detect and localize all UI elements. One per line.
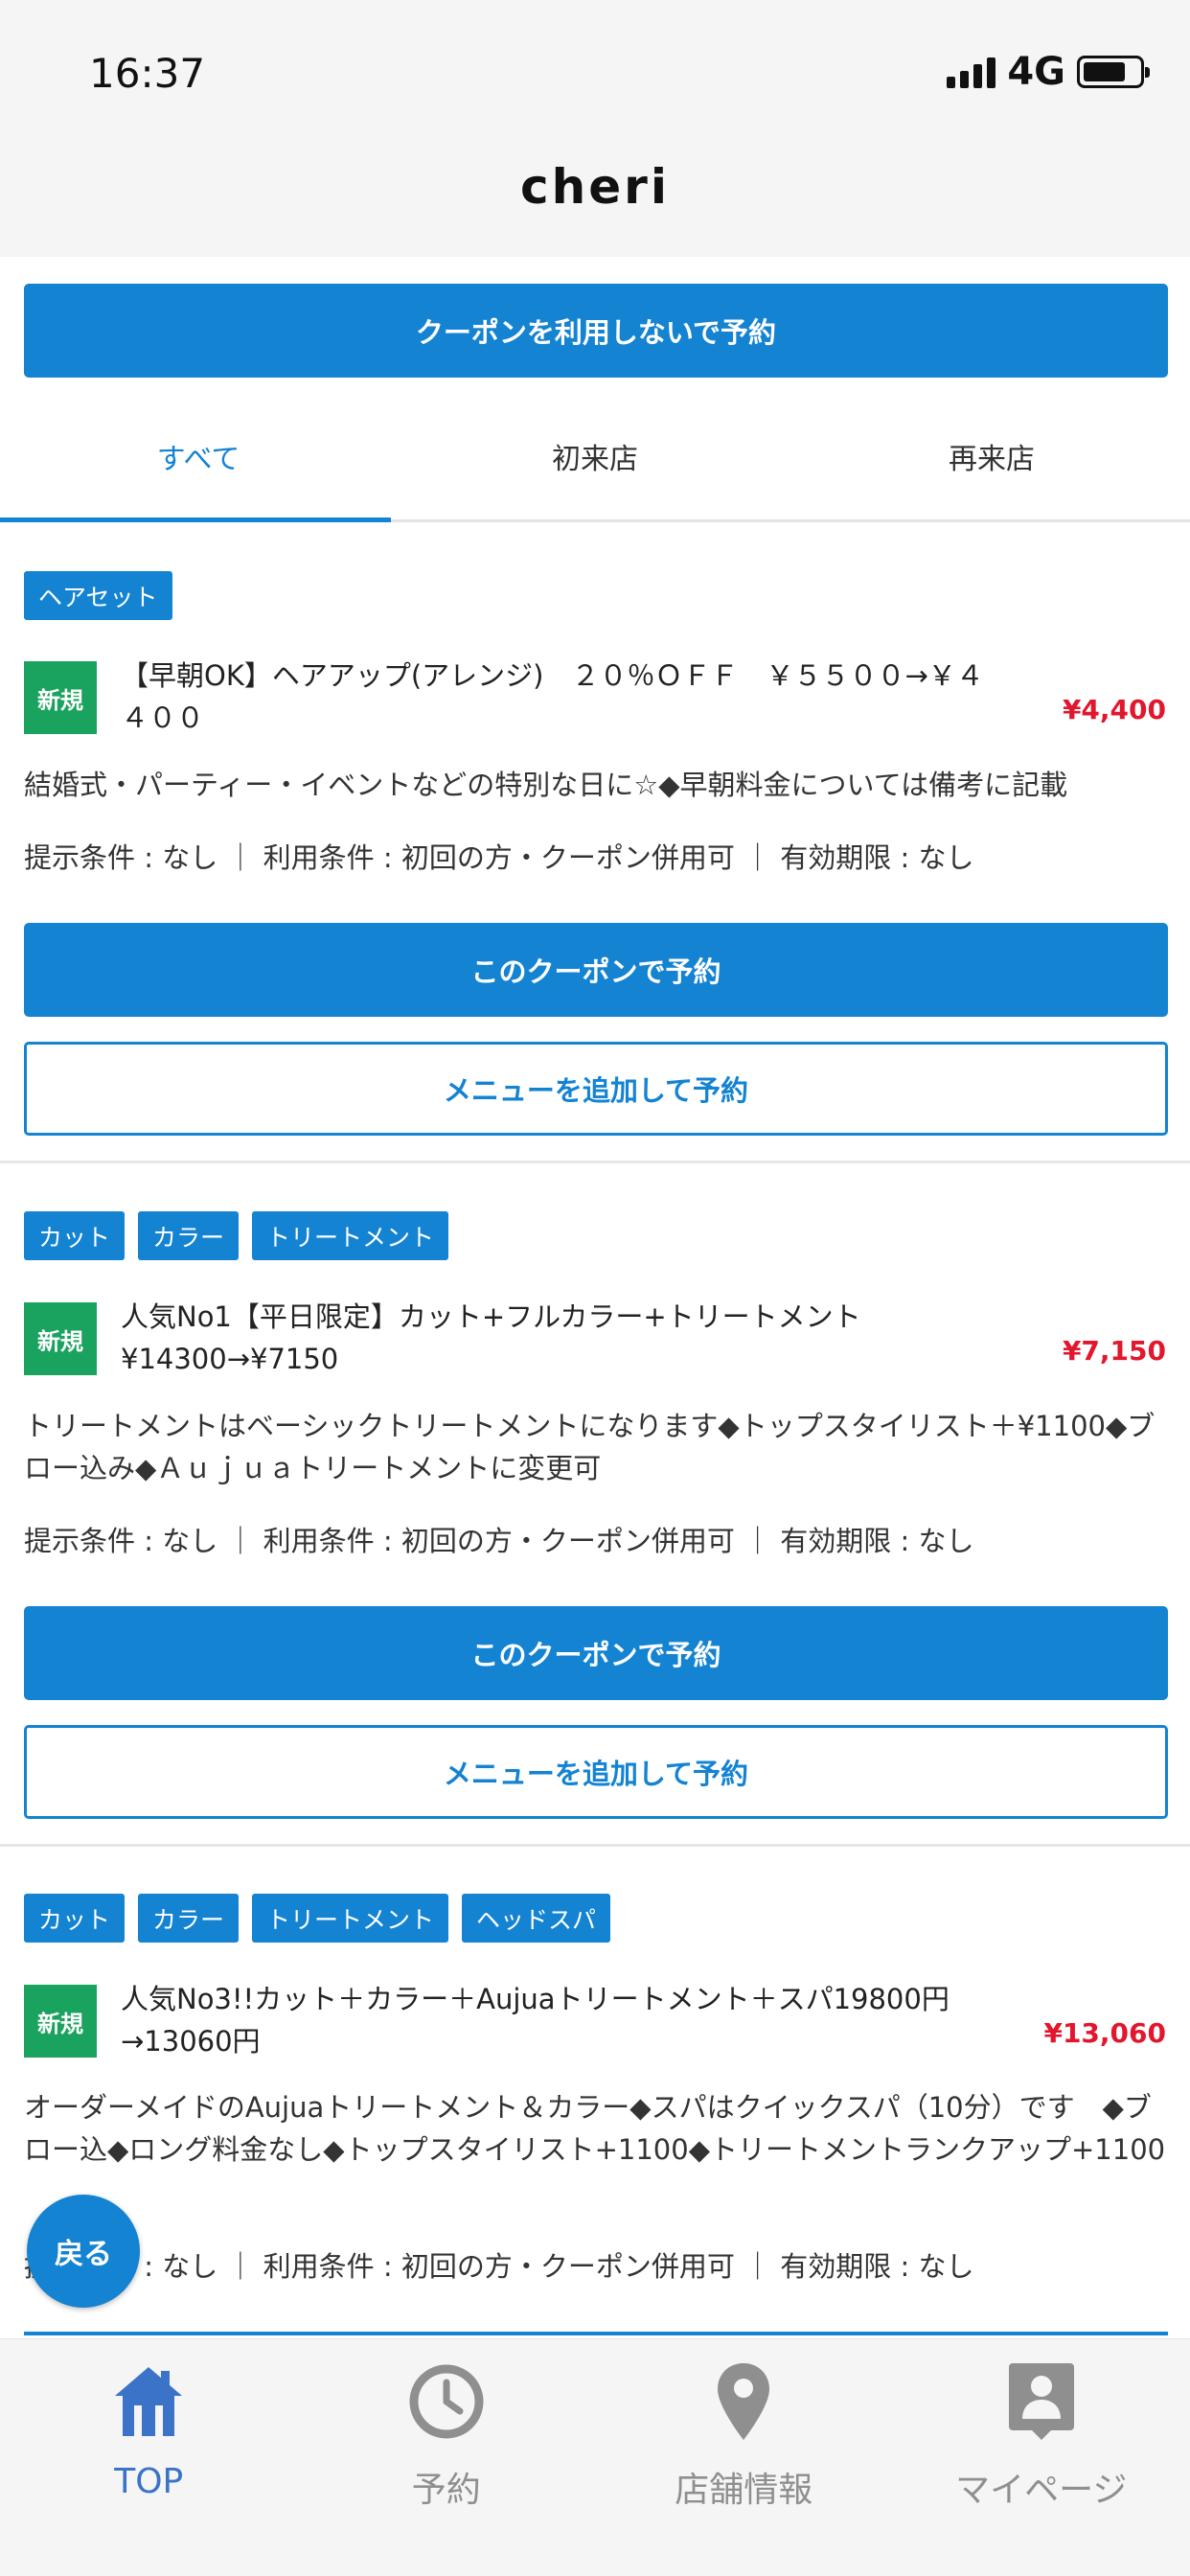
coupon-tag: トリートメント — [252, 1894, 449, 1943]
coupon-tag: カット — [24, 1211, 126, 1260]
user-card-icon — [1003, 2360, 1080, 2443]
reserve-with-coupon-button[interactable]: このクーポンで予約 — [24, 923, 1168, 1017]
status-indicators: 4G — [947, 50, 1150, 94]
new-badge: 新規 — [24, 1985, 97, 2058]
coupon-tags: ヘアセット — [24, 571, 172, 620]
coupon-conditions: 提示条件 : なし ｜ 利用条件 : 初回の方・クーポン併用可 ｜ 有効期限 :… — [24, 1525, 974, 1557]
divider — [0, 1161, 1190, 1163]
coupon-tag: カラー — [138, 1894, 240, 1943]
coupon-description: 結婚式・パーティー・イベントなどの特別な日に☆◆早朝料金については備考に記載 — [24, 769, 1068, 801]
coupon-conditions: 提示条件 : なし ｜ 利用条件 : 初回の方・クーポン併用可 ｜ 有効期限 :… — [24, 841, 974, 874]
reserve-without-coupon-button[interactable]: クーポンを利用しないで予約 — [24, 284, 1168, 378]
nav-my-page[interactable]: マイページ — [893, 2339, 1190, 2576]
coupon-title: 【早朝OK】ヘアアップ(アレンジ) ２０％ＯＦＦ ￥５５００→￥４４００ — [121, 659, 984, 734]
coupon-title: 人気No1【平日限定】カット+フルカラー+トリートメント ¥14300→¥715… — [121, 1300, 889, 1375]
add-menu-reserve-button[interactable]: メニューを追加して予約 — [24, 1042, 1168, 1136]
status-bar: 16:37 4G — [0, 0, 1190, 144]
coupon-tag: ヘッドスパ — [462, 1894, 611, 1943]
status-time: 16:37 — [89, 50, 206, 97]
app-title: cheri — [520, 159, 670, 215]
coupon-price: ¥4,400 — [1062, 694, 1166, 725]
nav-store-info[interactable]: 店舗情報 — [595, 2339, 893, 2576]
coupon-tags: カット カラー トリートメント ヘッドスパ — [24, 1894, 611, 1943]
coupon-filter-tabs: すべて 初来店 再来店 — [0, 393, 1190, 522]
nav-label: 店舗情報 — [675, 2471, 813, 2510]
divider — [0, 1844, 1190, 1847]
reserve-with-coupon-button[interactable]: このクーポンで予約 — [24, 1606, 1168, 1700]
location-pin-icon — [705, 2360, 782, 2443]
tab-first-visit[interactable]: 初来店 — [397, 393, 793, 519]
coupon-tags: カット カラー トリートメント — [24, 1211, 449, 1260]
coupon-description: トリートメントはベーシックトリートメントになります◆トップスタイリスト＋¥110… — [24, 1410, 1156, 1484]
nav-label: マイページ — [955, 2471, 1128, 2510]
coupon-title: 人気No3!!カット＋カラー＋Aujuaトリートメント＋スパ19800円→130… — [121, 1983, 950, 2058]
network-type: 4G — [1007, 50, 1065, 94]
coupon-price: ¥7,150 — [1062, 1335, 1166, 1367]
new-badge: 新規 — [24, 661, 97, 734]
clock-icon — [408, 2360, 485, 2443]
coupon-conditions: 提示条件 : なし ｜ 利用条件 : 初回の方・クーポン併用可 ｜ 有効期限 :… — [24, 2250, 974, 2283]
coupon-tag: ヘアセット — [24, 571, 172, 620]
home-icon — [110, 2360, 187, 2443]
tab-return-visit[interactable]: 再来店 — [793, 393, 1190, 519]
tab-all[interactable]: すべて — [0, 393, 397, 522]
nav-label: TOP — [114, 2462, 184, 2501]
coupon-tag: カット — [24, 1894, 126, 1943]
coupon-tag: カラー — [138, 1211, 240, 1260]
nav-reservation[interactable]: 予約 — [298, 2339, 596, 2576]
back-button[interactable]: 戻る — [27, 2195, 140, 2308]
battery-icon — [1077, 56, 1150, 88]
coupon-description: オーダーメイドのAujuaトリートメント＆カラー◆スパはクイックスパ（10分）で… — [24, 2091, 1166, 2166]
new-badge: 新規 — [24, 1302, 97, 1375]
signal-icon — [947, 56, 996, 88]
coupon-tag: トリートメント — [252, 1211, 449, 1260]
nav-top[interactable]: TOP — [0, 2339, 298, 2576]
bottom-nav: TOP 予約 店舗情報 マイページ — [0, 2338, 1190, 2576]
coupon-price: ¥13,060 — [1043, 2017, 1166, 2049]
title-bar: cheri — [0, 144, 1190, 257]
reserve-with-coupon-button[interactable] — [24, 2332, 1168, 2335]
nav-label: 予約 — [411, 2471, 481, 2510]
add-menu-reserve-button[interactable]: メニューを追加して予約 — [24, 1725, 1168, 1819]
